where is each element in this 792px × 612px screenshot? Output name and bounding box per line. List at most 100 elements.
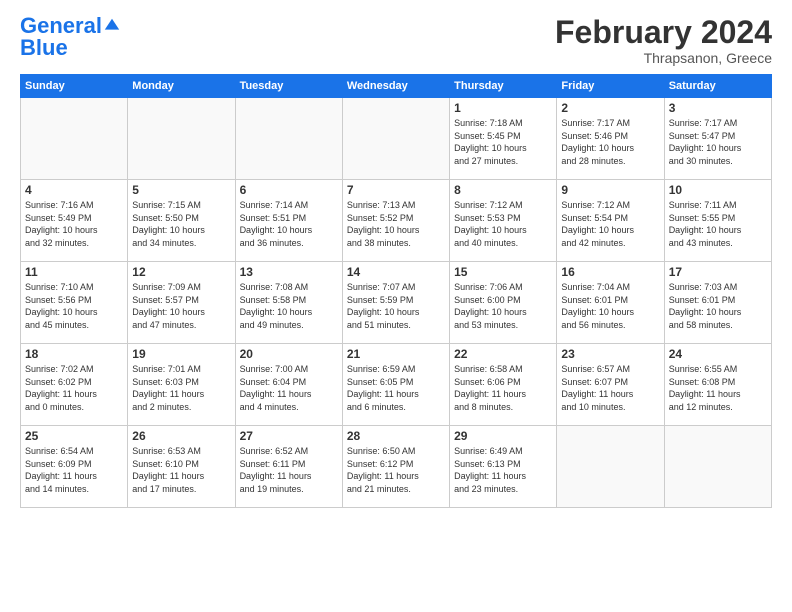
day-info: Sunrise: 7:10 AM Sunset: 5:56 PM Dayligh… <box>25 281 123 331</box>
table-row: 28 Sunrise: 6:50 AM Sunset: 6:12 PM Dayli… <box>342 426 449 508</box>
day-info: Sunrise: 7:13 AM Sunset: 5:52 PM Dayligh… <box>347 199 445 249</box>
day-info: Sunrise: 7:15 AM Sunset: 5:50 PM Dayligh… <box>132 199 230 249</box>
table-row: 22 Sunrise: 6:58 AM Sunset: 6:06 PM Dayli… <box>450 344 557 426</box>
table-row: 24 Sunrise: 6:55 AM Sunset: 6:08 PM Dayli… <box>664 344 771 426</box>
day-info: Sunrise: 7:11 AM Sunset: 5:55 PM Dayligh… <box>669 199 767 249</box>
calendar-table: Sunday Monday Tuesday Wednesday Thursday… <box>20 74 772 508</box>
day-info: Sunrise: 7:18 AM Sunset: 5:45 PM Dayligh… <box>454 117 552 167</box>
day-number: 4 <box>25 183 123 197</box>
calendar-week-row: 25 Sunrise: 6:54 AM Sunset: 6:09 PM Dayli… <box>21 426 772 508</box>
table-row <box>664 426 771 508</box>
logo-blue-text: Blue <box>20 37 121 59</box>
table-row: 15 Sunrise: 7:06 AM Sunset: 6:00 PM Dayli… <box>450 262 557 344</box>
day-number: 24 <box>669 347 767 361</box>
table-row: 1 Sunrise: 7:18 AM Sunset: 5:45 PM Daylig… <box>450 98 557 180</box>
day-number: 20 <box>240 347 338 361</box>
table-row: 11 Sunrise: 7:10 AM Sunset: 5:56 PM Dayli… <box>21 262 128 344</box>
page: General Blue February 2024 Thrapsanon, G… <box>0 0 792 518</box>
day-info: Sunrise: 7:02 AM Sunset: 6:02 PM Dayligh… <box>25 363 123 413</box>
day-info: Sunrise: 7:12 AM Sunset: 5:53 PM Dayligh… <box>454 199 552 249</box>
day-info: Sunrise: 7:06 AM Sunset: 6:00 PM Dayligh… <box>454 281 552 331</box>
title-section: February 2024 Thrapsanon, Greece <box>555 15 772 66</box>
logo-text: General <box>20 15 102 37</box>
day-info: Sunrise: 7:14 AM Sunset: 5:51 PM Dayligh… <box>240 199 338 249</box>
table-row <box>128 98 235 180</box>
day-number: 29 <box>454 429 552 443</box>
day-number: 13 <box>240 265 338 279</box>
day-number: 14 <box>347 265 445 279</box>
day-info: Sunrise: 7:03 AM Sunset: 6:01 PM Dayligh… <box>669 281 767 331</box>
day-info: Sunrise: 7:09 AM Sunset: 5:57 PM Dayligh… <box>132 281 230 331</box>
day-info: Sunrise: 7:17 AM Sunset: 5:47 PM Dayligh… <box>669 117 767 167</box>
day-number: 7 <box>347 183 445 197</box>
day-number: 9 <box>561 183 659 197</box>
table-row: 12 Sunrise: 7:09 AM Sunset: 5:57 PM Dayli… <box>128 262 235 344</box>
table-row: 8 Sunrise: 7:12 AM Sunset: 5:53 PM Daylig… <box>450 180 557 262</box>
day-info: Sunrise: 6:52 AM Sunset: 6:11 PM Dayligh… <box>240 445 338 495</box>
day-number: 23 <box>561 347 659 361</box>
day-info: Sunrise: 6:59 AM Sunset: 6:05 PM Dayligh… <box>347 363 445 413</box>
table-row <box>235 98 342 180</box>
day-number: 17 <box>669 265 767 279</box>
header-thursday: Thursday <box>450 75 557 98</box>
day-number: 28 <box>347 429 445 443</box>
day-info: Sunrise: 6:55 AM Sunset: 6:08 PM Dayligh… <box>669 363 767 413</box>
table-row: 14 Sunrise: 7:07 AM Sunset: 5:59 PM Dayli… <box>342 262 449 344</box>
day-number: 21 <box>347 347 445 361</box>
day-info: Sunrise: 7:12 AM Sunset: 5:54 PM Dayligh… <box>561 199 659 249</box>
day-number: 12 <box>132 265 230 279</box>
calendar-week-row: 4 Sunrise: 7:16 AM Sunset: 5:49 PM Daylig… <box>21 180 772 262</box>
table-row: 29 Sunrise: 6:49 AM Sunset: 6:13 PM Dayli… <box>450 426 557 508</box>
table-row: 4 Sunrise: 7:16 AM Sunset: 5:49 PM Daylig… <box>21 180 128 262</box>
day-number: 10 <box>669 183 767 197</box>
day-number: 16 <box>561 265 659 279</box>
header-tuesday: Tuesday <box>235 75 342 98</box>
table-row: 7 Sunrise: 7:13 AM Sunset: 5:52 PM Daylig… <box>342 180 449 262</box>
table-row: 27Sunrise: 6:52 AM Sunset: 6:11 PM Dayli… <box>235 426 342 508</box>
table-row: 21 Sunrise: 6:59 AM Sunset: 6:05 PM Dayli… <box>342 344 449 426</box>
header-wednesday: Wednesday <box>342 75 449 98</box>
day-info: Sunrise: 6:53 AM Sunset: 6:10 PM Dayligh… <box>132 445 230 495</box>
day-info: Sunrise: 7:07 AM Sunset: 5:59 PM Dayligh… <box>347 281 445 331</box>
logo-icon <box>103 17 121 35</box>
header: General Blue February 2024 Thrapsanon, G… <box>20 15 772 66</box>
day-number: 8 <box>454 183 552 197</box>
day-number: 15 <box>454 265 552 279</box>
day-number: 25 <box>25 429 123 443</box>
table-row: 25 Sunrise: 6:54 AM Sunset: 6:09 PM Dayli… <box>21 426 128 508</box>
table-row: 16 Sunrise: 7:04 AM Sunset: 6:01 PM Dayli… <box>557 262 664 344</box>
day-info: Sunrise: 7:00 AM Sunset: 6:04 PM Dayligh… <box>240 363 338 413</box>
day-number: 11 <box>25 265 123 279</box>
day-info: Sunrise: 6:49 AM Sunset: 6:13 PM Dayligh… <box>454 445 552 495</box>
day-info: Sunrise: 6:54 AM Sunset: 6:09 PM Dayligh… <box>25 445 123 495</box>
day-info: Sunrise: 6:50 AM Sunset: 6:12 PM Dayligh… <box>347 445 445 495</box>
table-row <box>557 426 664 508</box>
day-number: 18 <box>25 347 123 361</box>
day-number: 19 <box>132 347 230 361</box>
header-sunday: Sunday <box>21 75 128 98</box>
calendar-week-row: 18 Sunrise: 7:02 AM Sunset: 6:02 PM Dayli… <box>21 344 772 426</box>
table-row: 23Sunrise: 6:57 AM Sunset: 6:07 PM Dayli… <box>557 344 664 426</box>
table-row: 18 Sunrise: 7:02 AM Sunset: 6:02 PM Dayli… <box>21 344 128 426</box>
day-number: 6 <box>240 183 338 197</box>
day-number: 5 <box>132 183 230 197</box>
table-row: 10 Sunrise: 7:11 AM Sunset: 5:55 PM Dayli… <box>664 180 771 262</box>
day-info: Sunrise: 7:08 AM Sunset: 5:58 PM Dayligh… <box>240 281 338 331</box>
table-row: 5 Sunrise: 7:15 AM Sunset: 5:50 PM Daylig… <box>128 180 235 262</box>
calendar-header-row: Sunday Monday Tuesday Wednesday Thursday… <box>21 75 772 98</box>
table-row: 6 Sunrise: 7:14 AM Sunset: 5:51 PM Daylig… <box>235 180 342 262</box>
table-row: 17 Sunrise: 7:03 AM Sunset: 6:01 PM Dayli… <box>664 262 771 344</box>
table-row: 20 Sunrise: 7:00 AM Sunset: 6:04 PM Dayli… <box>235 344 342 426</box>
day-number: 2 <box>561 101 659 115</box>
logo: General Blue <box>20 15 121 59</box>
table-row: 9 Sunrise: 7:12 AM Sunset: 5:54 PM Daylig… <box>557 180 664 262</box>
table-row: 3Sunrise: 7:17 AM Sunset: 5:47 PM Daylig… <box>664 98 771 180</box>
day-info: Sunrise: 6:58 AM Sunset: 6:06 PM Dayligh… <box>454 363 552 413</box>
day-info: Sunrise: 7:17 AM Sunset: 5:46 PM Dayligh… <box>561 117 659 167</box>
day-info: Sunrise: 7:04 AM Sunset: 6:01 PM Dayligh… <box>561 281 659 331</box>
table-row: 19Sunrise: 7:01 AM Sunset: 6:03 PM Dayli… <box>128 344 235 426</box>
day-info: Sunrise: 7:16 AM Sunset: 5:49 PM Dayligh… <box>25 199 123 249</box>
calendar-week-row: 1 Sunrise: 7:18 AM Sunset: 5:45 PM Daylig… <box>21 98 772 180</box>
day-number: 1 <box>454 101 552 115</box>
day-number: 22 <box>454 347 552 361</box>
